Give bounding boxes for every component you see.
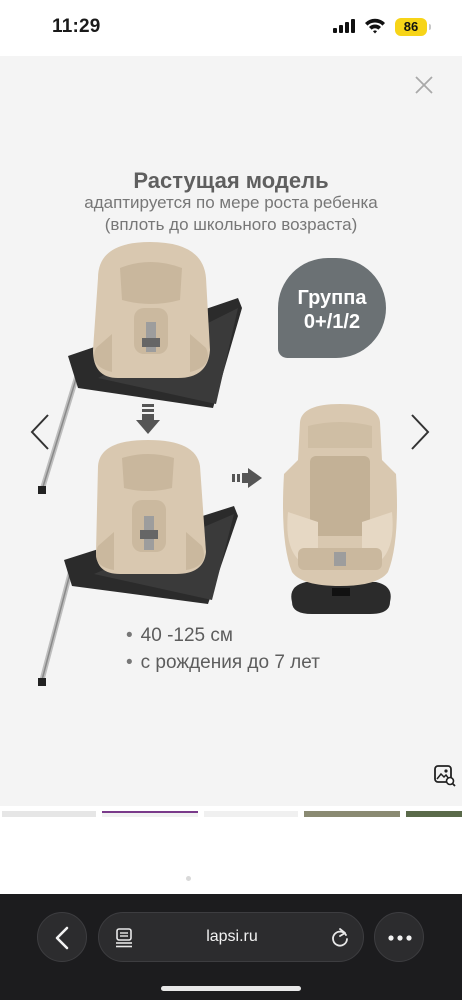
- more-icon: [388, 935, 412, 941]
- more-button[interactable]: [374, 912, 424, 962]
- thumbnail[interactable]: [406, 811, 462, 817]
- reload-icon[interactable]: [330, 927, 350, 949]
- thumbnail[interactable]: [204, 811, 298, 817]
- status-time: 11:29: [52, 16, 101, 37]
- car-seat-booster-image: [283, 404, 397, 614]
- page-indicator-dot: [186, 876, 191, 881]
- back-button[interactable]: [37, 912, 87, 962]
- home-indicator: [161, 986, 301, 991]
- wifi-icon: [365, 18, 385, 34]
- back-icon: [55, 926, 69, 950]
- arrow-down-icon: [136, 404, 160, 434]
- thumbnail-selected[interactable]: [102, 811, 198, 817]
- product-image-subtitle-2: (вплоть до школьного возраста): [104, 215, 358, 234]
- spec-age-range: с рождения до 7 лет: [126, 652, 320, 674]
- chevron-right-icon[interactable]: [408, 412, 432, 452]
- cellular-signal-icon: [333, 19, 355, 33]
- address-bar[interactable]: lapsi.ru: [98, 912, 364, 962]
- product-image-subtitle: адаптируется по мере роста ребенка: [84, 193, 378, 212]
- arrow-right-icon: [232, 468, 262, 488]
- battery-indicator: 86: [395, 18, 431, 36]
- close-icon[interactable]: [411, 72, 437, 98]
- thumbnail-strip: [0, 811, 462, 819]
- product-image-title: Растущая модель: [133, 168, 329, 193]
- group-badge-label: Группа: [297, 287, 367, 309]
- thumbnail[interactable]: [304, 811, 400, 817]
- url-text: lapsi.ru: [206, 928, 258, 945]
- thumbnail[interactable]: [2, 811, 96, 817]
- group-badge: Группа 0+/1/2: [278, 258, 386, 358]
- group-badge-value: 0+/1/2: [303, 311, 361, 333]
- spec-height-range: 40 -125 см: [126, 625, 233, 647]
- visual-lookup-icon[interactable]: [434, 765, 456, 787]
- status-bar: 11:29 86: [0, 0, 462, 56]
